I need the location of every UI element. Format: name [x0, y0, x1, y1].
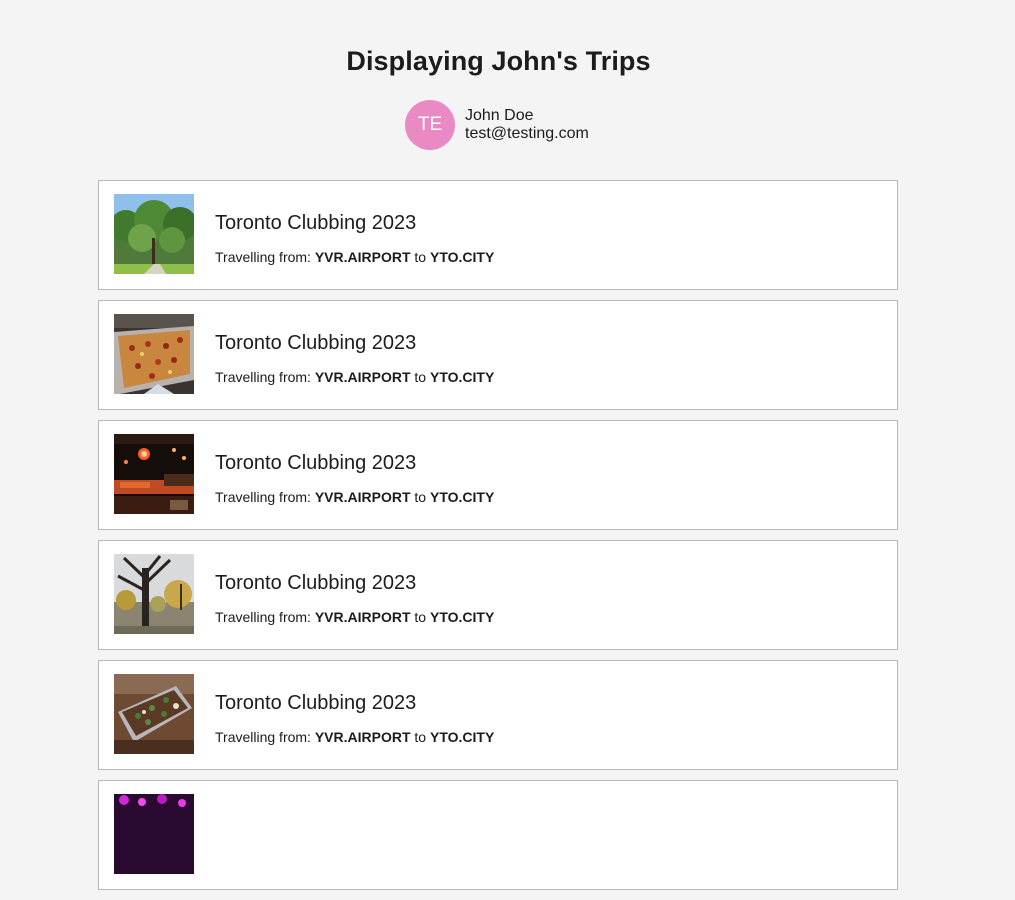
trip-route: Travelling from: YVR.AIRPORT to YTO.CITY: [215, 489, 494, 505]
user-email: test@testing.com: [465, 125, 589, 142]
trip-thumbnail: [114, 794, 194, 874]
route-connector: to: [414, 249, 427, 265]
trip-title: Toronto Clubbing 2023: [215, 692, 417, 714]
page-title: Displaying John's Trips: [346, 46, 651, 76]
route-prefix: Travelling from:: [215, 609, 311, 625]
trip-thumbnail: [114, 314, 194, 394]
route-destination: YTO.CITY: [430, 489, 495, 505]
trip-route: Travelling from: YVR.AIRPORT to YTO.CITY: [215, 369, 494, 385]
route-connector: to: [414, 609, 427, 625]
route-origin: YVR.AIRPORT: [314, 729, 411, 745]
trip-card[interactable]: Toronto Clubbing 2023 Travelling from: Y…: [98, 660, 898, 770]
route-prefix: Travelling from:: [215, 729, 311, 745]
route-destination: YTO.CITY: [430, 609, 495, 625]
route-prefix: Travelling from:: [215, 369, 311, 385]
user-name: John Doe: [465, 107, 534, 124]
trip-card[interactable]: Toronto Clubbing 2023 Travelling from: Y…: [98, 180, 898, 290]
route-destination: YTO.CITY: [430, 249, 495, 265]
trip-title: Toronto Clubbing 2023: [215, 212, 417, 234]
route-origin: YVR.AIRPORT: [314, 489, 411, 505]
trip-title: Toronto Clubbing 2023: [215, 572, 417, 594]
avatar: TE: [405, 100, 455, 150]
trip-list: Toronto Clubbing 2023 Travelling from: Y…: [98, 180, 898, 900]
route-destination: YTO.CITY: [430, 729, 495, 745]
trip-thumbnail: [114, 194, 194, 274]
trip-title: Toronto Clubbing 2023: [215, 452, 417, 474]
trip-card[interactable]: Toronto Clubbing 2023 Travelling from: Y…: [98, 420, 898, 530]
trip-card[interactable]: Toronto Clubbing 2023 Travelling from: Y…: [98, 300, 898, 410]
route-prefix: Travelling from:: [215, 489, 311, 505]
route-destination: YTO.CITY: [430, 369, 495, 385]
trip-card[interactable]: Toronto Clubbing 2023 Travelling from: Y…: [98, 540, 898, 650]
route-connector: to: [414, 729, 427, 745]
trip-thumbnail: [114, 434, 194, 514]
trip-route: Travelling from: YVR.AIRPORT to YTO.CITY: [215, 609, 494, 625]
user-info: TE John Doe test@testing.com: [405, 100, 589, 150]
route-connector: to: [414, 369, 427, 385]
trip-thumbnail: [114, 674, 194, 754]
route-origin: YVR.AIRPORT: [314, 249, 411, 265]
route-prefix: Travelling from:: [215, 249, 311, 265]
trip-route: Travelling from: YVR.AIRPORT to YTO.CITY: [215, 249, 494, 265]
route-origin: YVR.AIRPORT: [314, 369, 411, 385]
trip-card[interactable]: [98, 780, 898, 890]
trip-thumbnail: [114, 554, 194, 634]
trip-title: Toronto Clubbing 2023: [215, 332, 417, 354]
user-details: John Doe test@testing.com: [465, 107, 589, 143]
trip-route: Travelling from: YVR.AIRPORT to YTO.CITY: [215, 729, 494, 745]
route-origin: YVR.AIRPORT: [314, 609, 411, 625]
route-connector: to: [414, 489, 427, 505]
